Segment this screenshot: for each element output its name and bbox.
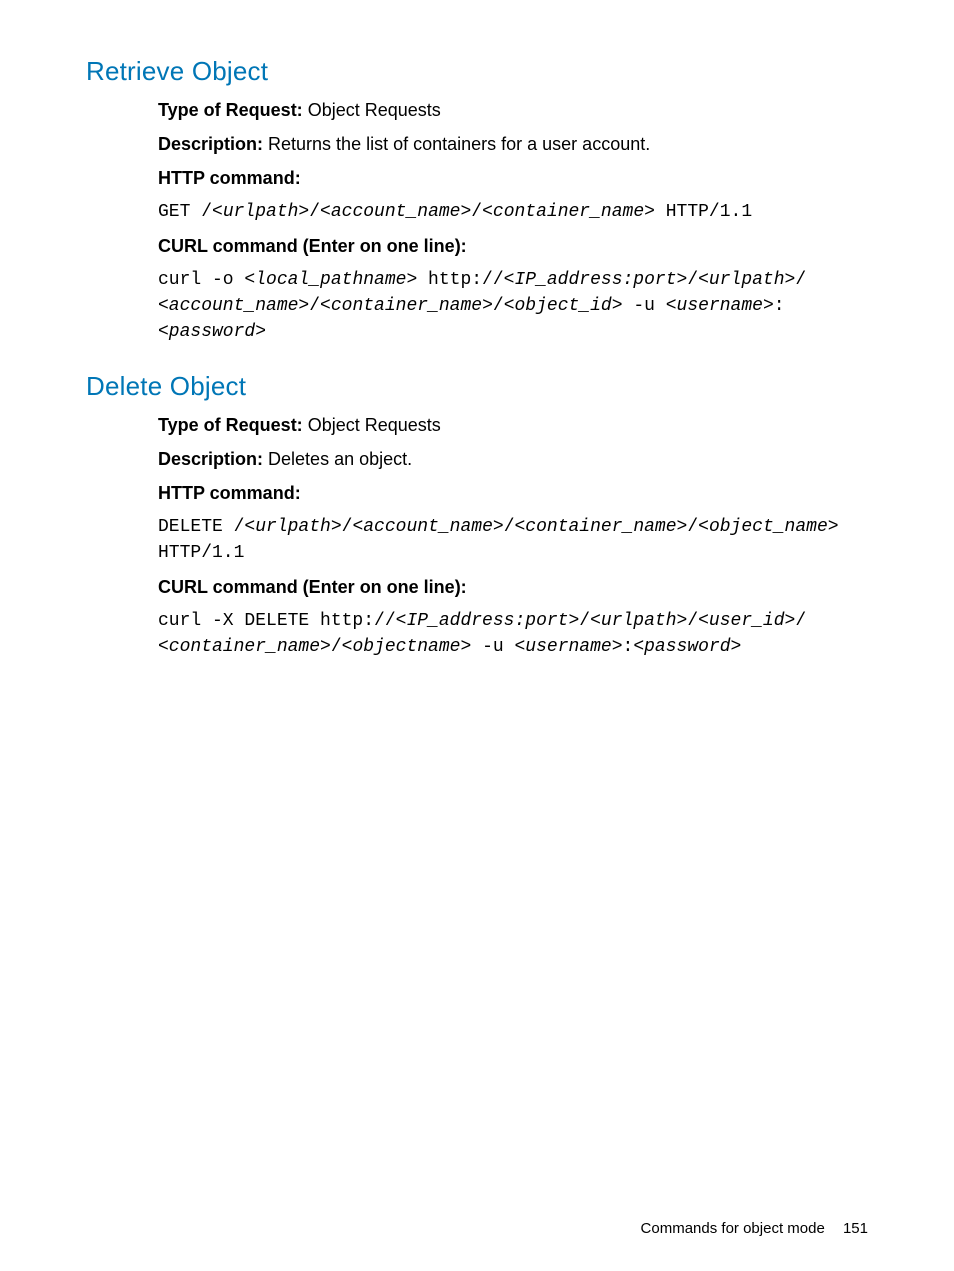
code-var: <container_name> [320,296,493,316]
code-var: <account_name> [158,296,309,316]
code-var: <local_pathname> [244,270,417,290]
code-text: GET / [158,202,212,222]
code-text: / [471,202,482,222]
curl-label-line: CURL command (Enter on one line): [158,574,868,602]
type-value: Object Requests [308,100,441,120]
code-text: / [795,611,806,631]
http-label: HTTP command: [158,483,301,503]
code-var: <account_name> [352,517,503,537]
type-line: Type of Request: Object Requests [158,412,868,440]
code-text: / [331,637,342,657]
code-var: <objectname> [342,637,472,657]
code-var: <urlpath> [244,517,341,537]
code-text: / [309,202,320,222]
code-var: <password> [158,322,266,342]
code-text: : [774,296,785,316]
type-line: Type of Request: Object Requests [158,97,868,125]
code-text: -u [471,637,514,657]
code-text: : [623,637,634,657]
code-var: <username> [514,637,622,657]
type-value: Object Requests [308,415,441,435]
code-text: / [687,270,698,290]
code-var: <object_id> [504,296,623,316]
desc-label: Description: [158,134,263,154]
type-label: Type of Request: [158,100,303,120]
http-command: GET /<urlpath>/<account_name>/<container… [158,199,868,225]
http-command: DELETE /<urlpath>/<account_name>/<contai… [158,514,868,566]
code-text: http:// [417,270,503,290]
desc-line: Description: Returns the list of contain… [158,131,868,159]
type-label: Type of Request: [158,415,303,435]
code-text: curl -o [158,270,244,290]
code-var: <container_name> [158,637,331,657]
footer-text: Commands for object mode [641,1220,825,1237]
http-label: HTTP command: [158,168,301,188]
code-text: / [579,611,590,631]
code-var: <container_name> [482,202,655,222]
curl-label-line: CURL command (Enter on one line): [158,233,868,261]
code-text: -u [623,296,666,316]
code-var: <urlpath> [590,611,687,631]
code-text: / [504,517,515,537]
code-text: / [309,296,320,316]
code-var: <user_id> [698,611,795,631]
page: Retrieve Object Type of Request: Object … [0,0,954,1271]
section-title-delete: Delete Object [86,371,868,402]
code-text: curl -X DELETE http:// [158,611,396,631]
section-body-retrieve: Type of Request: Object Requests Descrip… [158,97,868,345]
code-text: DELETE / [158,517,244,537]
section-title-retrieve: Retrieve Object [86,56,868,87]
code-var: <IP_address:port> [504,270,688,290]
code-var: <password> [633,637,741,657]
desc-value: Deletes an object. [268,449,412,469]
code-text: HTTP/1.1 [655,202,752,222]
code-var: <urlpath> [212,202,309,222]
code-var: <object_name> [698,517,838,537]
code-var: <account_name> [320,202,471,222]
code-text: / [342,517,353,537]
code-var: <container_name> [515,517,688,537]
curl-command: curl -o <local_pathname> http://<IP_addr… [158,267,868,345]
curl-command: curl -X DELETE http://<IP_address:port>/… [158,608,868,660]
page-footer: Commands for object mode 151 [641,1220,868,1237]
http-label-line: HTTP command: [158,165,868,193]
page-number: 151 [843,1220,868,1237]
desc-value: Returns the list of containers for a use… [268,134,650,154]
code-text: HTTP/1.1 [158,543,244,563]
curl-label: CURL command (Enter on one line): [158,577,467,597]
code-text: / [493,296,504,316]
code-text: / [687,611,698,631]
code-var: <username> [666,296,774,316]
code-text: / [795,270,806,290]
desc-line: Description: Deletes an object. [158,446,868,474]
desc-label: Description: [158,449,263,469]
section-body-delete: Type of Request: Object Requests Descrip… [158,412,868,660]
section-gap [86,353,868,371]
code-var: <urlpath> [698,270,795,290]
code-text: / [687,517,698,537]
curl-label: CURL command (Enter on one line): [158,236,467,256]
code-var: <IP_address:port> [396,611,580,631]
http-label-line: HTTP command: [158,480,868,508]
